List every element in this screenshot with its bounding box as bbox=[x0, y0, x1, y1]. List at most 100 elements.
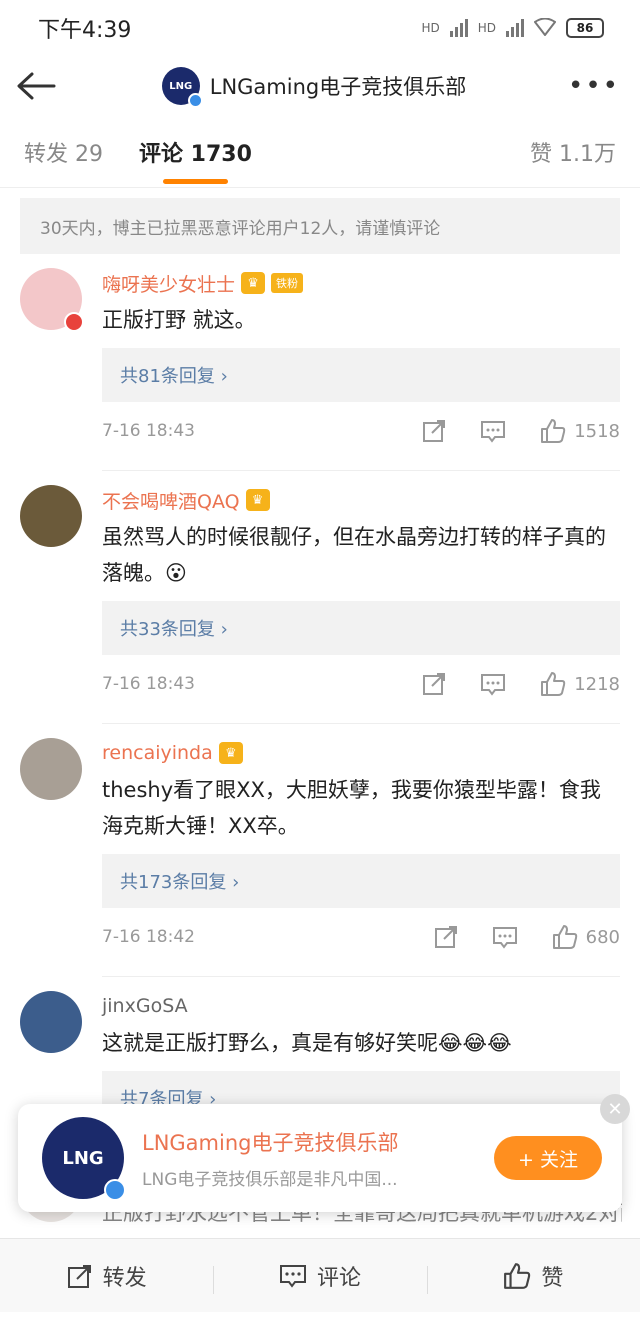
comment-body: rencaiyinda ♛ theshy看了眼XX，大胆妖孽，我要你猿型毕露！食… bbox=[102, 738, 620, 977]
block-notice: 30天内，博主已拉黑恶意评论用户12人，请谨慎评论 bbox=[20, 198, 620, 254]
crown-icon: ♛ bbox=[245, 489, 270, 511]
like-label: 赞 bbox=[541, 1265, 564, 1291]
tab-reposts[interactable]: 转发 29 bbox=[24, 136, 103, 168]
comment-icon bbox=[492, 927, 517, 949]
avatar[interactable] bbox=[20, 738, 82, 800]
header-account[interactable]: LNG LNGaming电子竞技俱乐部 bbox=[161, 67, 467, 108]
replies-link[interactable]: 共173条回复 › bbox=[102, 854, 620, 908]
tab-comments[interactable]: 评论 1730 bbox=[139, 136, 252, 184]
signal-icon-2 bbox=[506, 19, 524, 37]
comment-body: 嗨呀美少女壮士 ♛ 铁粉 正版打野 就这。 共81条回复 › 7-16 18:4… bbox=[102, 268, 620, 471]
comment-author: jinxGoSA bbox=[102, 991, 620, 1021]
follow-card-text: LNGaming电子竞技俱乐部 LNG电子竞技俱乐部是非凡中国... bbox=[142, 1127, 494, 1190]
share-button[interactable] bbox=[422, 672, 446, 696]
comment-author: 不会喝啤酒QAQ ♛ bbox=[102, 485, 620, 515]
share-button[interactable] bbox=[422, 419, 446, 443]
thumbs-up-icon bbox=[552, 925, 577, 949]
back-arrow-icon bbox=[17, 72, 56, 100]
repost-button[interactable]: 转发 bbox=[0, 1260, 213, 1292]
author-name[interactable]: 不会喝啤酒QAQ bbox=[102, 487, 240, 514]
author-name[interactable]: jinxGoSA bbox=[102, 995, 188, 1017]
follow-card[interactable]: LNG LNGaming电子竞技俱乐部 LNG电子竞技俱乐部是非凡中国... +… bbox=[18, 1094, 630, 1212]
replies-link[interactable]: 共81条回复 › bbox=[102, 348, 620, 402]
crown-icon: ♛ bbox=[218, 742, 243, 764]
avatar[interactable] bbox=[20, 268, 84, 332]
close-icon[interactable]: ✕ bbox=[600, 1094, 630, 1124]
replies-link[interactable]: 共33条回复 › bbox=[102, 601, 620, 655]
repost-icon bbox=[67, 1264, 91, 1288]
share-button[interactable] bbox=[434, 925, 458, 949]
signal-icon-1 bbox=[449, 19, 468, 37]
bottom-strip bbox=[0, 1312, 640, 1335]
reply-button[interactable] bbox=[480, 672, 506, 696]
hd-label-2: HD bbox=[477, 21, 496, 35]
author-name[interactable]: rencaiyinda bbox=[102, 742, 213, 764]
top-bar: LNG LNGaming电子竞技俱乐部 ••• bbox=[0, 56, 640, 116]
comment-text: 这就是正版打野么，真是有够好笑呢😂😂😂 bbox=[102, 1031, 512, 1055]
avatar[interactable] bbox=[20, 991, 82, 1053]
avatar[interactable] bbox=[20, 485, 82, 547]
comment-icon bbox=[279, 1264, 306, 1288]
comment-button[interactable]: 评论 bbox=[213, 1260, 426, 1294]
share-icon bbox=[423, 420, 446, 442]
verified-icon bbox=[187, 93, 203, 108]
like-button[interactable]: 赞 bbox=[426, 1260, 640, 1294]
vip-badge-icon bbox=[64, 312, 84, 332]
comment-item: 嗨呀美少女壮士 ♛ 铁粉 正版打野 就这。 共81条回复 › 7-16 18:4… bbox=[0, 254, 640, 471]
tab-bar: 转发 29 评论 1730 赞 1.1万 bbox=[0, 116, 640, 188]
comment-author: 嗨呀美少女壮士 ♛ 铁粉 bbox=[102, 268, 620, 298]
like-count: 1218 bbox=[574, 673, 620, 695]
status-time: 下午4:39 bbox=[38, 18, 132, 43]
follow-button[interactable]: + 关注 bbox=[494, 1136, 602, 1180]
battery-icon: 86 bbox=[566, 18, 604, 38]
comment-actions: 1218 bbox=[422, 671, 620, 697]
follow-card-subtitle: LNG电子竞技俱乐部是非凡中国... bbox=[142, 1169, 398, 1190]
comment-time: 7-16 18:42 bbox=[102, 927, 195, 947]
like-count: 1518 bbox=[574, 420, 620, 442]
comment-meta: 7-16 18:43 1518 bbox=[102, 402, 620, 460]
share-icon bbox=[423, 673, 446, 695]
comment-label: 评论 bbox=[316, 1265, 361, 1291]
comment-text: 虽然骂人的时候很靓仔，但在水晶旁边打转的样子真的落魄。😮 bbox=[102, 525, 606, 585]
comment-meta: 7-16 18:42 680 bbox=[102, 908, 620, 966]
like-button[interactable]: 1518 bbox=[540, 418, 620, 444]
page-title: LNGaming电子竞技俱乐部 bbox=[209, 75, 467, 99]
hd-label-1: HD bbox=[421, 21, 440, 35]
verified-icon bbox=[104, 1179, 126, 1201]
comment-actions: 680 bbox=[434, 924, 620, 950]
author-name[interactable]: 嗨呀美少女壮士 bbox=[102, 270, 235, 297]
comment-meta: 7-16 18:43 1218 bbox=[102, 655, 620, 713]
share-icon bbox=[434, 926, 457, 948]
comment-author: rencaiyinda ♛ bbox=[102, 738, 620, 768]
thumbs-up-icon bbox=[541, 672, 566, 696]
status-bar: 下午4:39 HD HD 86 bbox=[0, 0, 640, 56]
like-count: 680 bbox=[585, 926, 620, 948]
more-button[interactable]: ••• bbox=[568, 71, 620, 101]
like-button[interactable]: 1218 bbox=[540, 671, 620, 697]
crown-icon: ♛ bbox=[241, 272, 266, 294]
back-button[interactable] bbox=[16, 64, 60, 108]
reply-button[interactable] bbox=[492, 925, 518, 949]
follow-card-title: LNGaming电子竞技俱乐部 bbox=[142, 1130, 399, 1155]
repost-label: 转发 bbox=[102, 1265, 147, 1291]
comment-actions: 1518 bbox=[422, 418, 620, 444]
comment-item: 不会喝啤酒QAQ ♛ 虽然骂人的时候很靓仔，但在水晶旁边打转的样子真的落魄。😮 … bbox=[0, 471, 640, 724]
thumbs-up-icon bbox=[541, 419, 566, 443]
thumbs-up-icon bbox=[504, 1262, 531, 1289]
comment-icon bbox=[481, 674, 506, 696]
wifi-icon bbox=[533, 17, 557, 39]
comment-text: 正版打野 就这。 bbox=[102, 308, 256, 332]
bottom-action-bar: 转发 评论 赞 bbox=[0, 1238, 640, 1312]
like-button[interactable]: 680 bbox=[552, 924, 620, 950]
comment-body: 不会喝啤酒QAQ ♛ 虽然骂人的时候很靓仔，但在水晶旁边打转的样子真的落魄。😮 … bbox=[102, 485, 620, 724]
tab-likes[interactable]: 赞 1.1万 bbox=[530, 136, 616, 168]
comment-time: 7-16 18:43 bbox=[102, 674, 195, 694]
comment-item: rencaiyinda ♛ theshy看了眼XX，大胆妖孽，我要你猿型毕露！食… bbox=[0, 724, 640, 977]
reply-button[interactable] bbox=[480, 419, 506, 443]
status-icons: HD HD 86 bbox=[421, 17, 604, 39]
logo-text: LNG bbox=[169, 80, 193, 92]
comment-icon bbox=[481, 421, 506, 443]
fan-badge: 铁粉 bbox=[271, 273, 304, 293]
account-avatar: LNG bbox=[161, 67, 203, 108]
logo-text: LNG bbox=[62, 1147, 104, 1169]
